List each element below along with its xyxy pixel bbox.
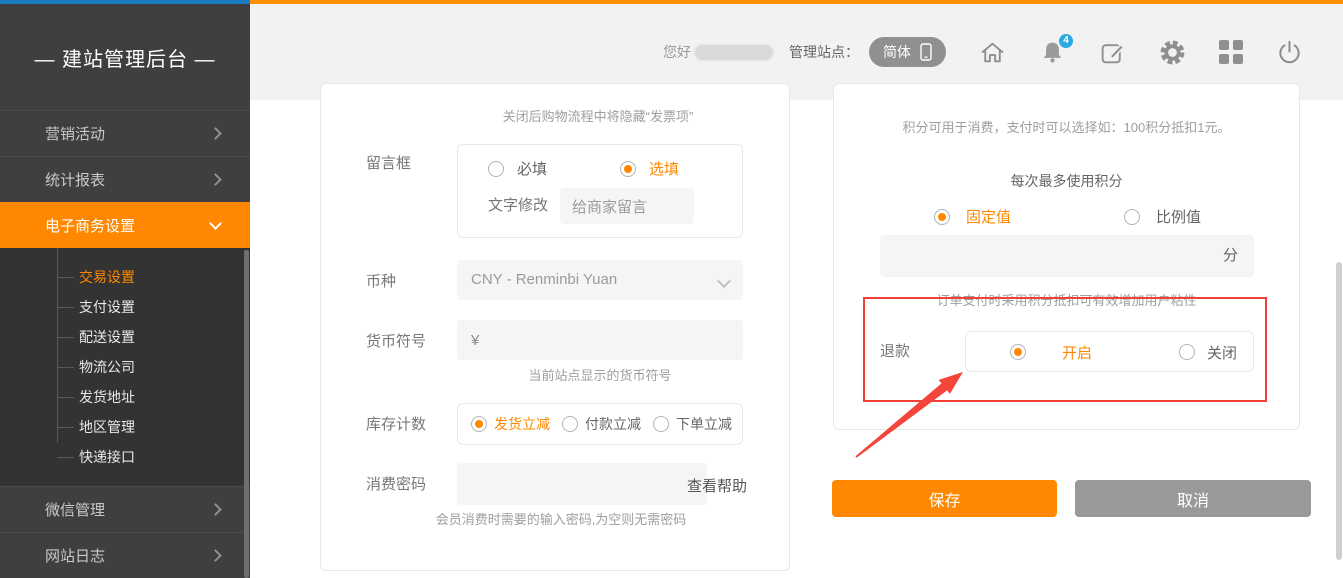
- radio-order-deduct-label[interactable]: 下单立减: [676, 414, 732, 434]
- sidebar-scrollbar[interactable]: [244, 250, 249, 578]
- submenu-item-logistics-company[interactable]: 物流公司: [0, 352, 250, 382]
- consume-password-input[interactable]: [457, 463, 707, 505]
- currency-select[interactable]: CNY - Renminbi Yuan: [457, 260, 743, 300]
- currency-symbol-label: 货币符号: [366, 332, 426, 352]
- gear-icon: [1159, 39, 1186, 66]
- greeting-text: 您好: [663, 42, 691, 62]
- sidebar-item-label: 营销活动: [45, 123, 105, 144]
- home-icon: [979, 39, 1006, 66]
- app-logo: — 建站管理后台 —: [0, 4, 250, 110]
- mobile-icon: [920, 43, 932, 61]
- chevron-down-icon: [717, 274, 731, 288]
- points-settings-panel: 积分可用于消费，支付时可以选择如：100积分抵扣1元。 每次最多使用积分 固定值…: [833, 83, 1300, 430]
- home-button[interactable]: [979, 39, 1006, 66]
- radio-ship-deduct[interactable]: [471, 416, 487, 432]
- radio-fixed-label[interactable]: 固定值: [966, 206, 1011, 227]
- radio-pay-deduct[interactable]: [562, 416, 578, 432]
- message-box-label: 留言框: [366, 154, 411, 174]
- currency-symbol-hint: 当前站点显示的货币符号: [457, 368, 743, 384]
- points-unit-suffix: 分: [1223, 235, 1238, 277]
- radio-required[interactable]: [488, 161, 504, 177]
- manage-site-label: 管理站点：: [789, 42, 859, 62]
- sidebar-item-reports[interactable]: 统计报表: [0, 156, 250, 202]
- submenu-item-shipping-address[interactable]: 发货地址: [0, 382, 250, 412]
- compose-button[interactable]: [1099, 39, 1126, 66]
- currency-value: CNY - Renminbi Yuan: [471, 271, 617, 288]
- points-input-wrap: 分: [880, 235, 1254, 277]
- grid-icon: [1219, 40, 1243, 64]
- language-mobile-button[interactable]: 简体: [869, 37, 946, 67]
- notifications-button[interactable]: 4: [1039, 39, 1066, 66]
- radio-pay-deduct-label[interactable]: 付款立减: [585, 414, 641, 434]
- max-points-label: 每次最多使用积分: [834, 171, 1299, 191]
- submenu-item-payment-settings[interactable]: 支付设置: [0, 292, 250, 322]
- sidebar: — 建站管理后台 — 营销活动 统计报表 电子商务设置 交易设置 支付设置 配送…: [0, 4, 250, 578]
- cancel-button[interactable]: 取消: [1075, 480, 1311, 517]
- consume-password-label: 消费密码: [366, 475, 426, 495]
- radio-ratio-value[interactable]: [1124, 209, 1140, 225]
- redacted-username: [695, 45, 773, 60]
- sidebar-item-label: 电子商务设置: [45, 215, 135, 236]
- currency-symbol-input[interactable]: [457, 320, 743, 360]
- currency-label: 币种: [366, 272, 396, 292]
- max-points-input[interactable]: [880, 235, 1254, 277]
- submenu-item-region-management[interactable]: 地区管理: [0, 412, 250, 442]
- logout-button[interactable]: [1276, 39, 1303, 66]
- radio-refund-on-label[interactable]: 开启: [1062, 342, 1092, 363]
- radio-ratio-label[interactable]: 比例值: [1156, 206, 1201, 227]
- submenu-item-trade-settings[interactable]: 交易设置: [0, 262, 250, 292]
- chevron-right-icon: [209, 173, 222, 186]
- chevron-right-icon: [209, 549, 222, 562]
- sidebar-item-label: 网站日志: [45, 545, 105, 566]
- stock-count-label: 库存计数: [366, 415, 426, 435]
- refund-hint: 订单支付时采用积分抵扣可有效增加用户粘性: [834, 293, 1299, 309]
- sidebar-item-wechat[interactable]: 微信管理: [0, 486, 250, 532]
- text-edit-label: 文字修改: [488, 196, 548, 216]
- refund-group: 开启 关闭: [965, 331, 1254, 372]
- settings-button[interactable]: [1159, 39, 1186, 66]
- sidebar-item-label: 微信管理: [45, 499, 105, 520]
- chevron-right-icon: [209, 127, 222, 140]
- ecommerce-submenu: 交易设置 支付设置 配送设置 物流公司 发货地址 地区管理 快递接口: [0, 248, 250, 486]
- radio-ship-deduct-label[interactable]: 发货立减: [494, 414, 550, 434]
- compose-icon: [1099, 39, 1126, 66]
- submenu-item-express-interface[interactable]: 快递接口: [0, 442, 250, 472]
- save-button[interactable]: 保存: [832, 480, 1057, 517]
- language-label: 简体: [883, 42, 911, 62]
- message-box-group: 必填 选填 文字修改: [457, 144, 743, 238]
- mode-fixed-option: 固定值: [934, 206, 1011, 227]
- sidebar-item-ecommerce-settings[interactable]: 电子商务设置: [0, 202, 250, 248]
- consume-password-hint: 会员消费时需要的输入密码,为空则无需密码: [381, 512, 741, 528]
- merchant-message-input[interactable]: [560, 188, 694, 224]
- radio-fixed-value[interactable]: [934, 209, 950, 225]
- radio-refund-off[interactable]: [1179, 344, 1195, 360]
- radio-optional-label[interactable]: 选填: [649, 158, 679, 179]
- points-usage-hint: 积分可用于消费，支付时可以选择如：100积分抵扣1元。: [834, 120, 1299, 136]
- radio-required-label[interactable]: 必填: [517, 158, 547, 179]
- sidebar-item-marketing[interactable]: 营销活动: [0, 110, 250, 156]
- radio-optional[interactable]: [620, 161, 636, 177]
- power-icon: [1276, 39, 1303, 66]
- sidebar-item-label: 统计报表: [45, 169, 105, 190]
- stock-count-group: 发货立减 付款立减 下单立减: [457, 403, 743, 445]
- mode-ratio-option: 比例值: [1124, 206, 1201, 227]
- chevron-down-icon: [209, 217, 222, 230]
- trade-settings-panel: 关闭后购物流程中将隐藏“发票项” 留言框 必填 选填 文字修改 币种 CNY -…: [320, 83, 790, 571]
- notification-badge: 4: [1058, 33, 1074, 49]
- apps-button[interactable]: [1219, 40, 1243, 64]
- radio-refund-on[interactable]: [1010, 344, 1026, 360]
- radio-refund-off-label[interactable]: 关闭: [1207, 342, 1237, 363]
- radio-order-deduct[interactable]: [653, 416, 669, 432]
- submenu-item-delivery-settings[interactable]: 配送设置: [0, 322, 250, 352]
- refund-label: 退款: [880, 342, 910, 362]
- invoice-hint: 关闭后购物流程中将隐藏“发票项”: [411, 109, 785, 125]
- sidebar-item-site-logs[interactable]: 网站日志: [0, 532, 250, 578]
- view-help-link[interactable]: 查看帮助: [687, 475, 747, 496]
- page-scrollbar[interactable]: [1336, 262, 1342, 560]
- chevron-right-icon: [209, 503, 222, 516]
